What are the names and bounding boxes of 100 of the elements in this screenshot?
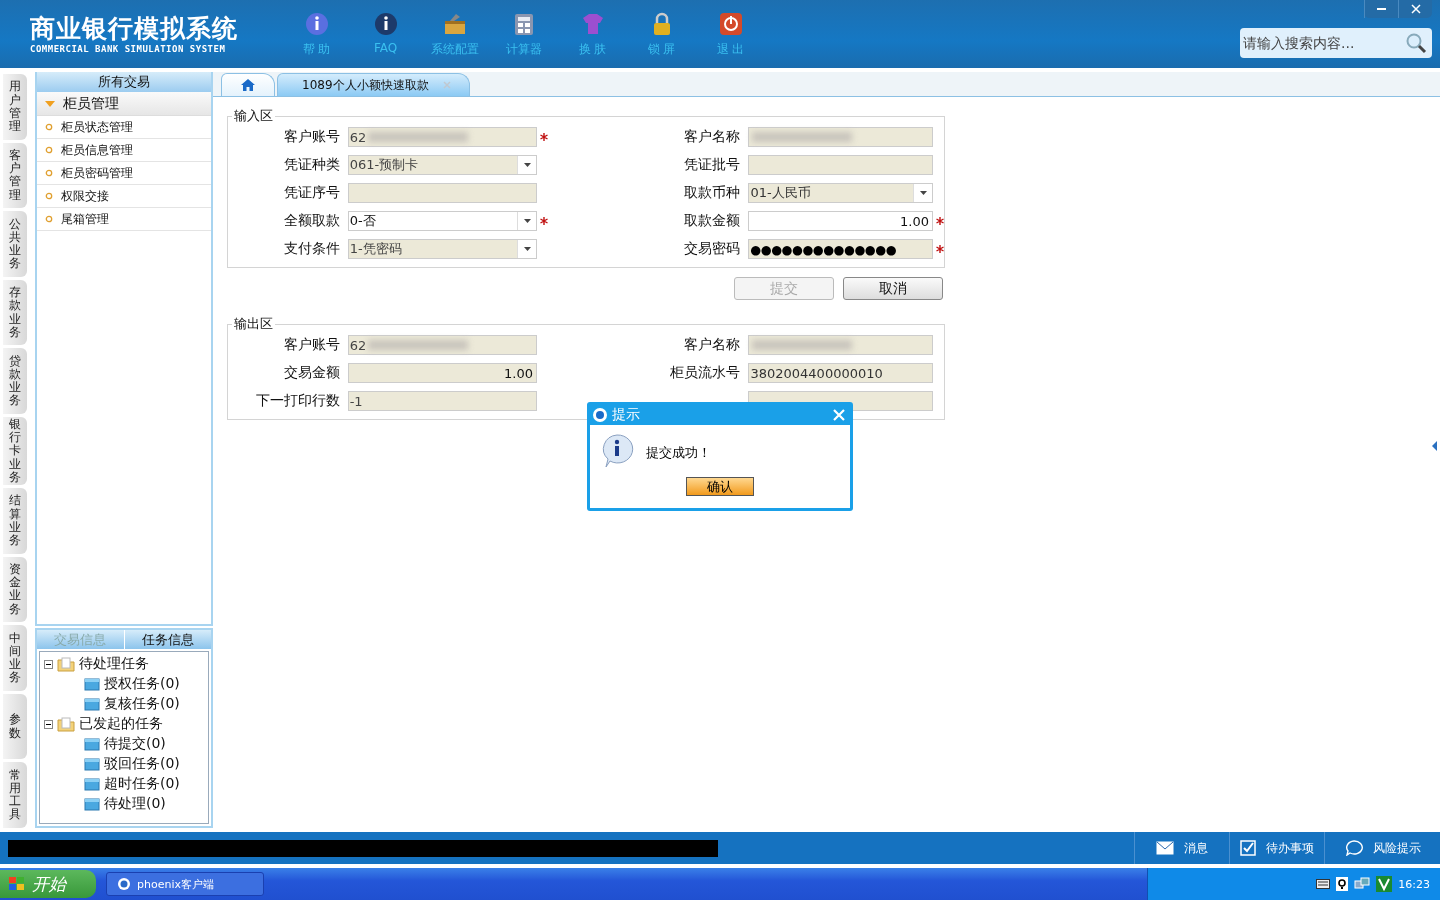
collapse-icon[interactable] xyxy=(44,659,53,669)
network-icon[interactable] xyxy=(1354,876,1371,892)
dropdown-field[interactable]: 0-否 xyxy=(347,211,537,231)
dropdown-field[interactable]: 1-凭密码 xyxy=(347,239,538,259)
dropdown-button[interactable] xyxy=(913,184,933,202)
tree-item[interactable]: 驳回任务(0) xyxy=(104,755,180,773)
tree-item[interactable]: 已发起的任务 xyxy=(79,715,163,733)
page-tab[interactable]: 1089个人小额快速取款 xyxy=(277,73,470,96)
close-icon xyxy=(1410,4,1421,14)
checkbox-icon xyxy=(1240,840,1256,856)
collapse-icon[interactable] xyxy=(44,719,53,729)
input-field[interactable]: -1 xyxy=(347,391,538,411)
folder-icon xyxy=(84,797,100,811)
input-field[interactable]: 3802004400000010 xyxy=(748,363,934,383)
side-tab[interactable]: 参数 xyxy=(3,693,27,760)
field-label: 客户账号 xyxy=(282,128,341,146)
info-icon xyxy=(303,10,330,37)
side-tab[interactable]: 银行卡业务 xyxy=(3,416,27,485)
close-button[interactable] xyxy=(830,409,848,421)
caret-icon xyxy=(523,247,531,251)
input-field[interactable]: 62 xyxy=(347,127,537,147)
dropdown-button[interactable] xyxy=(517,240,537,258)
input-field[interactable]: 1.00 xyxy=(748,211,933,231)
side-tab[interactable]: 客户管理 xyxy=(3,142,27,209)
folder-icon xyxy=(57,656,75,672)
input-field[interactable] xyxy=(748,335,934,355)
caret-left-icon xyxy=(1432,441,1438,451)
input-field[interactable]: 62 xyxy=(347,335,538,355)
field-label: 凭证种类 xyxy=(282,156,341,174)
field-label: 客户名称 xyxy=(683,336,742,354)
input-field[interactable] xyxy=(748,127,934,147)
speech-bubble-icon xyxy=(1344,840,1363,856)
side-tab[interactable]: 贷款业务 xyxy=(3,348,27,414)
bullet-icon xyxy=(45,123,53,131)
dropdown-field[interactable]: 061-预制卡 xyxy=(347,155,538,175)
dropdown-field[interactable]: 01-人民币 xyxy=(748,183,934,203)
app-title: 商业银行模拟系统 xyxy=(30,14,239,44)
section-title: 输出区 xyxy=(233,315,274,333)
status-button[interactable]: 风险提示 xyxy=(1324,832,1440,864)
tree-item[interactable]: 待处理(0) xyxy=(104,795,166,813)
side-tab[interactable]: 用户管理 xyxy=(3,74,27,140)
folder-icon xyxy=(84,757,100,771)
tree-item[interactable]: 待提交(0) xyxy=(104,735,166,753)
minimize-icon xyxy=(1377,8,1386,10)
panel-tab[interactable]: 所有交易 xyxy=(37,72,211,92)
home-icon xyxy=(240,78,256,92)
folder-icon xyxy=(84,677,100,691)
status-button[interactable]: 消息 xyxy=(1134,832,1229,864)
field-label: 交易金额 xyxy=(282,364,341,382)
folder-icon xyxy=(84,737,100,751)
search-field[interactable]: 请输入搜索内容... xyxy=(1240,28,1432,58)
group-header[interactable]: 柜员管理 xyxy=(37,92,211,116)
info-icon xyxy=(600,433,634,469)
caret-down-icon xyxy=(45,99,55,108)
tree-item[interactable]: 超时任务(0) xyxy=(104,775,180,793)
side-tab[interactable]: 结算业务 xyxy=(3,487,27,554)
tree-item[interactable]: 授权任务(0) xyxy=(104,675,180,693)
side-tab[interactable]: 中间业务 xyxy=(3,625,27,691)
field-label: 客户名称 xyxy=(683,128,742,146)
bullet-icon xyxy=(45,169,53,177)
windows-logo-icon xyxy=(8,876,26,892)
bullet-icon xyxy=(45,146,53,154)
caret-icon xyxy=(523,219,531,223)
input-field[interactable] xyxy=(347,183,538,203)
field-label: 支付条件 xyxy=(282,240,341,258)
close-icon xyxy=(833,409,845,421)
field-label: 凭证批号 xyxy=(683,156,742,174)
folder-icon xyxy=(57,716,75,732)
password-field[interactable]: ●●●●●●●●●●●●●● xyxy=(748,239,933,259)
globe-icon xyxy=(592,407,608,423)
input-field[interactable]: 1.00 xyxy=(347,363,537,383)
confirm-button[interactable]: 确认 xyxy=(686,477,754,496)
folder-icon xyxy=(84,777,100,791)
taskbar-item[interactable]: phoenix客户端 xyxy=(106,872,264,896)
side-tab[interactable]: 常用工具 xyxy=(3,762,27,828)
side-tab[interactable]: 公共业务 xyxy=(3,211,27,277)
dialog-title: 提示 xyxy=(612,406,641,424)
input-field[interactable] xyxy=(748,155,934,175)
dropdown-button[interactable] xyxy=(517,156,537,174)
side-tab[interactable]: 资金业务 xyxy=(3,556,27,623)
caret-icon xyxy=(919,191,927,195)
form-button[interactable]: 取消 xyxy=(843,277,943,300)
tree-item[interactable]: 复核任务(0) xyxy=(104,695,180,713)
caret-icon xyxy=(523,163,531,167)
field-label: 交易密码 xyxy=(683,240,742,258)
field-label: 凭证序号 xyxy=(282,184,341,202)
home-tab[interactable] xyxy=(221,73,275,96)
bullet-icon xyxy=(45,192,53,200)
keyboard-icon[interactable] xyxy=(1316,879,1331,889)
app-tray-icon[interactable] xyxy=(1376,876,1393,892)
folder-icon xyxy=(84,697,100,711)
clock: 16:23 xyxy=(1398,877,1430,891)
field-label: 取款金额 xyxy=(683,212,742,230)
panel-tab[interactable]: 任务信息 xyxy=(123,630,211,649)
power-icon xyxy=(717,10,744,37)
side-tab[interactable]: 存款业务 xyxy=(3,279,27,346)
search-icon xyxy=(1405,32,1427,54)
tree-item[interactable]: 待处理任务 xyxy=(79,655,149,673)
status-button[interactable]: 待办事项 xyxy=(1229,832,1324,864)
field-label: 下一打印行数 xyxy=(254,392,341,410)
